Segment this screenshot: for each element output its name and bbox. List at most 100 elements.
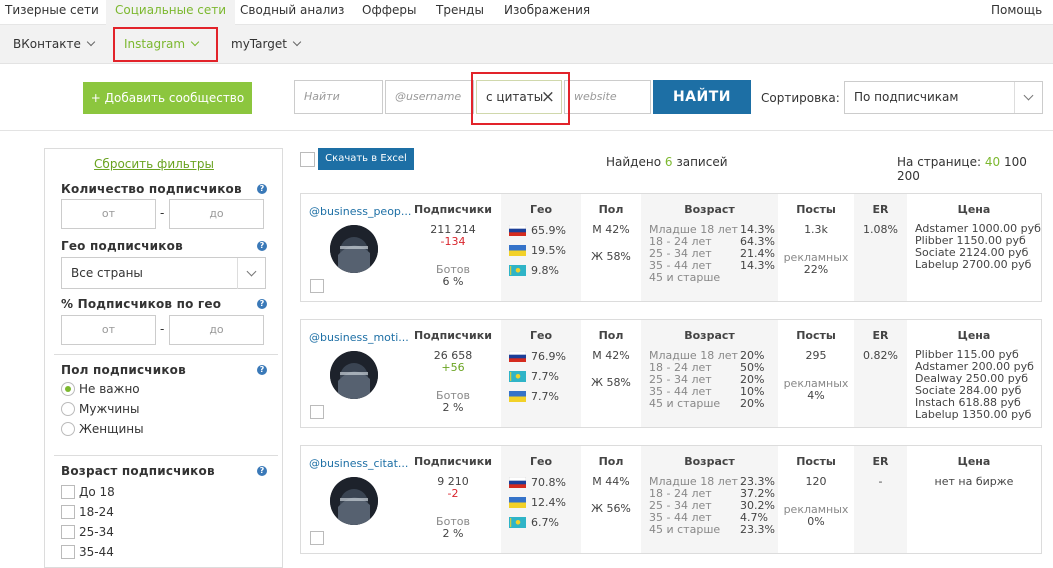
geo-percent: 19.5% <box>531 244 566 257</box>
help-icon[interactable]: ? <box>257 184 267 194</box>
community-username-link[interactable]: @business_citat... <box>309 457 408 470</box>
age-header: Возраст <box>684 203 735 216</box>
geo-percent: 76.9% <box>531 350 566 363</box>
geo-percent-label: % Подписчиков по гео <box>61 297 222 311</box>
nav-images[interactable]: Изображения <box>504 0 590 25</box>
age-label: Возраст подписчиков <box>61 464 215 478</box>
sort-select[interactable]: По подписчикам <box>844 81 1043 114</box>
tab-vkontakte-label: ВКонтакте <box>13 37 81 51</box>
age-25-34-checkbox[interactable] <box>61 525 75 539</box>
help-icon[interactable]: ? <box>257 299 267 309</box>
er-header: ER <box>872 455 889 468</box>
per-page-200[interactable]: 200 <box>897 169 920 183</box>
community-card: @business_citat... Подписчики Гео Пол Возрас… <box>300 445 1042 554</box>
chevron-down-icon <box>292 37 302 47</box>
avatar[interactable] <box>330 477 378 525</box>
results-count: Найдено 6 записей <box>606 155 728 169</box>
subscribers-header: Подписчики <box>414 455 492 468</box>
avatar[interactable] <box>330 351 378 399</box>
posts-header: Посты <box>796 455 836 468</box>
geo-select[interactable]: Все страны <box>61 257 266 289</box>
divider <box>0 130 1053 131</box>
nav-teaser-networks[interactable]: Тизерные сети <box>5 0 99 25</box>
help-icon[interactable]: ? <box>257 466 267 476</box>
age-18-24-checkbox[interactable] <box>61 505 75 519</box>
geo-percent: 7.7% <box>531 370 559 383</box>
gender-female-radio[interactable] <box>61 422 75 436</box>
price-item: Labelup 2700.00 руб <box>915 258 1032 271</box>
nav-offers[interactable]: Офферы <box>362 0 416 25</box>
per-page-label: На странице: <box>897 155 981 169</box>
geo-header: Гео <box>529 203 553 216</box>
tab-mytarget[interactable]: myTarget <box>231 25 302 64</box>
male-percent: М 44% <box>592 475 630 488</box>
gender-header: Пол <box>598 203 624 216</box>
sort-label: Сортировка: <box>761 91 840 105</box>
help-icon[interactable]: ? <box>257 365 267 375</box>
russia-flag-icon <box>509 477 526 488</box>
gender-male-radio[interactable] <box>61 402 75 416</box>
subscribers-delta: +56 <box>441 361 465 374</box>
female-percent: Ж 58% <box>591 376 631 389</box>
price-header: Цена <box>957 455 991 468</box>
geo-percent: 6.7% <box>531 516 559 529</box>
age-25-34-label: 25-34 <box>79 525 114 539</box>
bots-percent: 6 % <box>442 275 464 288</box>
tab-mytarget-label: myTarget <box>231 37 287 51</box>
ads-percent: 4% <box>807 389 825 402</box>
highlight-box-instagram <box>113 27 218 62</box>
per-page-40[interactable]: 40 <box>985 155 1000 169</box>
ukraine-flag-icon <box>509 245 526 256</box>
nav-summary-analysis[interactable]: Сводный анализ <box>240 0 344 25</box>
posts-count: 120 <box>805 475 827 488</box>
help-icon[interactable]: ? <box>257 241 267 251</box>
russia-flag-icon <box>509 351 526 362</box>
find-button[interactable]: НАЙТИ <box>653 80 751 114</box>
subscribers-from-input[interactable]: от <box>61 199 156 229</box>
female-percent: Ж 56% <box>591 502 631 515</box>
nav-social-networks[interactable]: Социальные сети <box>106 0 236 25</box>
chevron-down-icon <box>86 37 96 47</box>
price-item: нет на бирже <box>934 475 1014 488</box>
posts-count: 1.3k <box>804 223 828 236</box>
select-all-checkbox[interactable] <box>300 152 315 167</box>
reset-filters-link[interactable]: Сбросить фильтры <box>64 157 244 171</box>
divider <box>54 455 278 456</box>
download-excel-button[interactable]: Скачать в Excel <box>318 148 414 170</box>
nav-trends[interactable]: Тренды <box>436 0 484 25</box>
search-name-input[interactable]: Найти <box>294 80 383 114</box>
community-username-link[interactable]: @business_moti... <box>309 331 409 344</box>
geo-percent-to-input[interactable]: до <box>169 315 264 345</box>
female-percent: Ж 58% <box>591 250 631 263</box>
subscribers-header: Подписчики <box>414 329 492 342</box>
select-community-checkbox[interactable] <box>310 531 324 545</box>
results-count-prefix: Найдено <box>606 155 662 169</box>
tab-vkontakte[interactable]: ВКонтакте <box>13 25 96 64</box>
age-35-44-checkbox[interactable] <box>61 545 75 559</box>
gender-any-radio[interactable] <box>61 382 75 396</box>
posts-header: Посты <box>796 329 836 342</box>
subscribers-to-input[interactable]: до <box>169 199 264 229</box>
age-under-18-label: До 18 <box>79 485 115 499</box>
age-18-24-label: 18-24 <box>79 505 114 519</box>
select-community-checkbox[interactable] <box>310 279 324 293</box>
age-header: Возраст <box>684 455 735 468</box>
divider <box>54 354 278 355</box>
ads-percent: 22% <box>803 263 829 276</box>
gender-header: Пол <box>598 455 624 468</box>
avatar[interactable] <box>330 225 378 273</box>
username-input[interactable]: @username <box>385 80 474 114</box>
per-page-100[interactable]: 100 <box>1004 155 1027 169</box>
add-community-button[interactable]: + Добавить сообщество <box>83 82 252 114</box>
nav-help[interactable]: Помощь <box>991 0 1042 25</box>
posts-header: Посты <box>796 203 836 216</box>
male-percent: М 42% <box>592 223 630 236</box>
ukraine-flag-icon <box>509 497 526 508</box>
geo-percent-from-input[interactable]: от <box>61 315 156 345</box>
select-community-checkbox[interactable] <box>310 405 324 419</box>
chevron-down-icon <box>237 258 265 289</box>
community-username-link[interactable]: @business_peop... <box>309 205 411 218</box>
website-input[interactable]: website <box>564 80 651 114</box>
age-under-18-checkbox[interactable] <box>61 485 75 499</box>
subscribers-count-label: Количество подписчиков <box>61 182 242 196</box>
